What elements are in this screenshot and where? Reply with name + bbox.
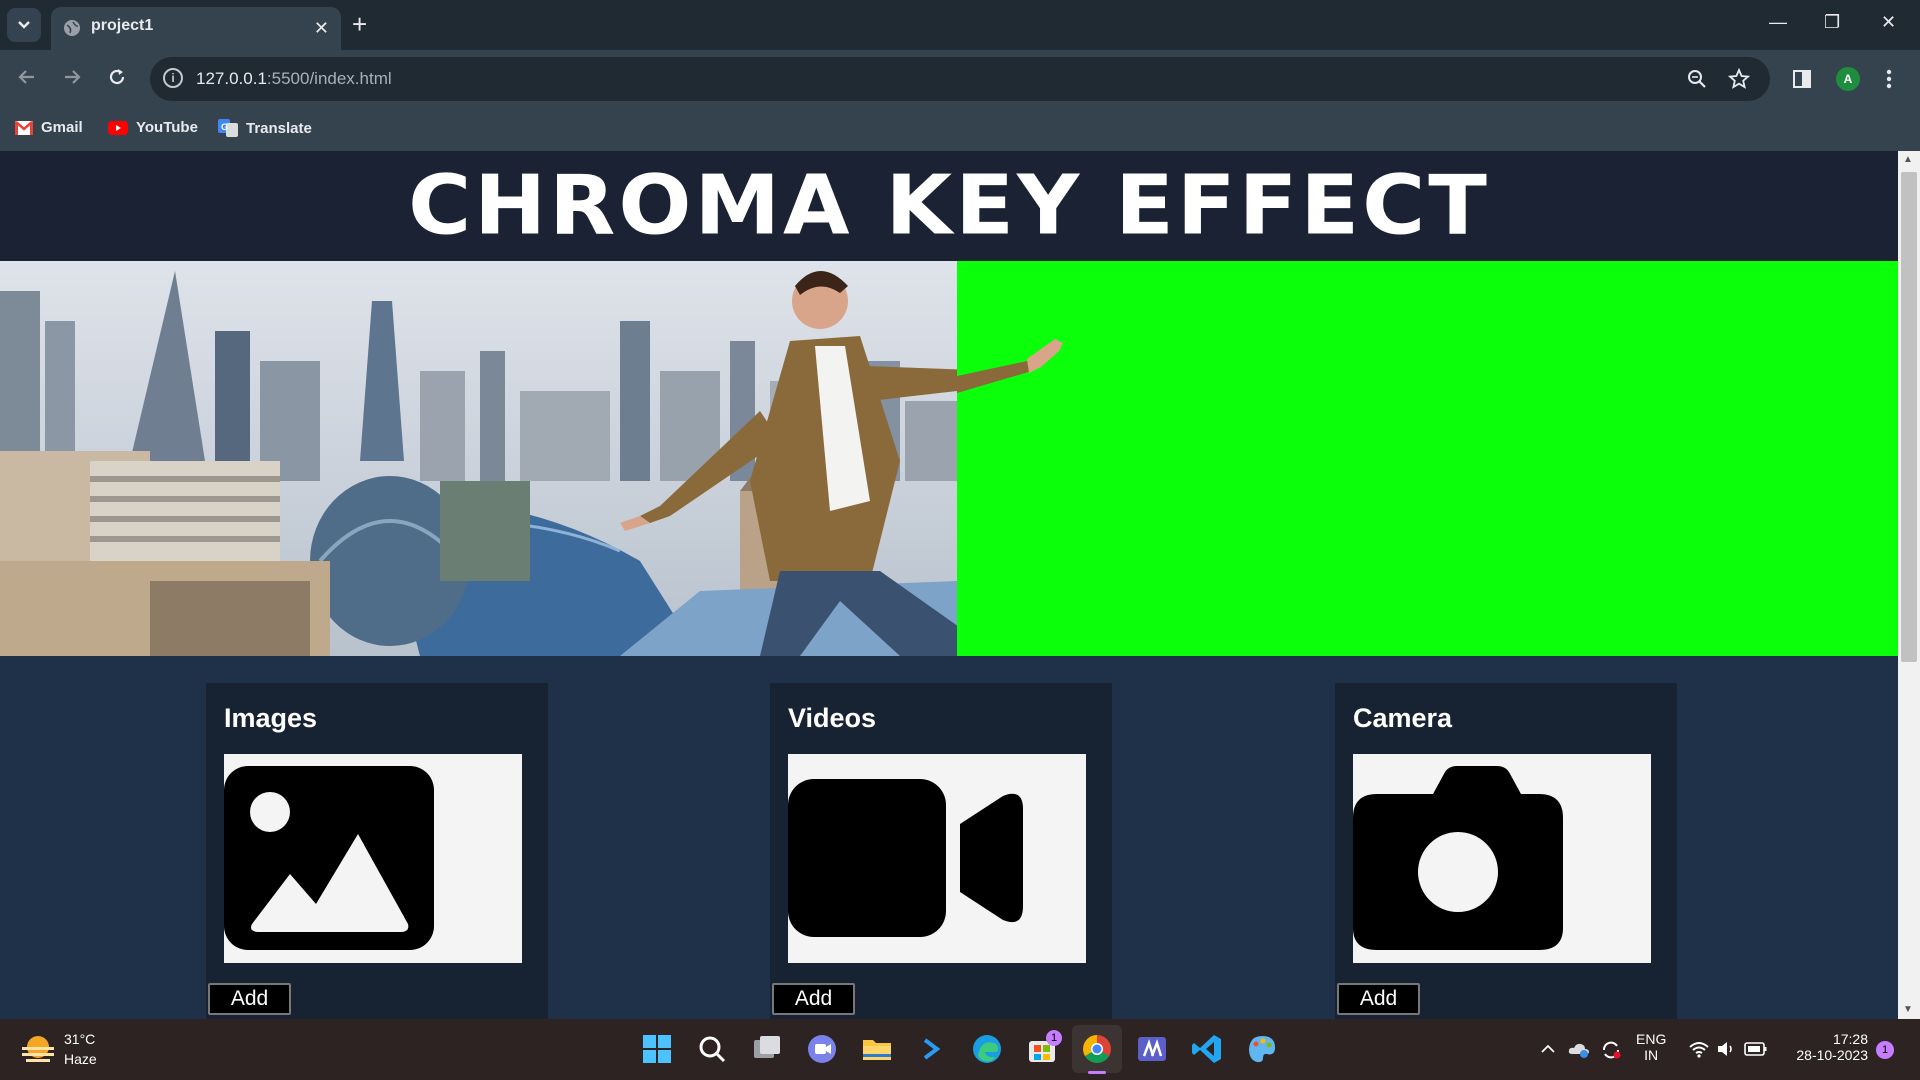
store-badge: 1 xyxy=(1046,1030,1062,1046)
paint-icon[interactable] xyxy=(1245,1032,1279,1066)
vscode-icon[interactable] xyxy=(1190,1032,1224,1066)
add-camera-button[interactable]: Add xyxy=(1337,983,1420,1015)
card-heading: Images xyxy=(224,703,318,733)
image-preview xyxy=(224,754,522,963)
bookmark-gmail[interactable]: Gmail xyxy=(15,119,83,136)
green-screen-area xyxy=(957,261,1898,656)
browser-tab[interactable]: project1 ✕ xyxy=(51,7,341,50)
windows-start-icon[interactable] xyxy=(640,1032,674,1066)
clock[interactable]: 17:28 28-10-2023 xyxy=(1788,1031,1868,1063)
new-tab-button[interactable]: + xyxy=(352,10,367,38)
camera-icon xyxy=(1353,766,1563,950)
tab-title: project1 xyxy=(91,17,154,34)
scrollbar-thumb[interactable] xyxy=(1901,172,1917,662)
arrow-right-icon xyxy=(65,70,81,84)
close-tab-icon[interactable]: ✕ xyxy=(314,18,329,39)
minimize-button[interactable]: — xyxy=(1769,12,1787,33)
chrome-icon[interactable] xyxy=(1080,1032,1114,1066)
side-panel-icon[interactable] xyxy=(1792,69,1812,89)
bookmarks-bar: Gmail YouTube G Translate xyxy=(0,108,1920,151)
powershell-icon[interactable] xyxy=(915,1032,949,1066)
url-path: :5500/index.html xyxy=(266,69,392,88)
clock-time: 17:28 xyxy=(1832,1031,1868,1047)
reload-button[interactable] xyxy=(106,66,128,94)
clock-date: 28-10-2023 xyxy=(1796,1047,1868,1063)
page-viewport: CHROMA KEY EFFECT Images Add Videos Add … xyxy=(0,151,1898,1019)
back-button[interactable] xyxy=(16,66,38,94)
bookmark-label: Gmail xyxy=(41,119,83,136)
tab-search-button[interactable] xyxy=(7,8,41,42)
images-card: Images Add xyxy=(206,683,548,1019)
sync-icon[interactable] xyxy=(1600,1040,1622,1060)
bookmark-label: Translate xyxy=(246,119,312,137)
person-hand-overlay xyxy=(957,339,1063,393)
add-image-button[interactable]: Add xyxy=(208,983,291,1015)
app-icon[interactable] xyxy=(1135,1032,1169,1066)
chroma-banner xyxy=(0,261,1898,656)
language-code: ENG xyxy=(1636,1031,1667,1047)
add-video-button[interactable]: Add xyxy=(772,983,855,1015)
city-background-image xyxy=(0,261,957,656)
language-indicator[interactable]: ENG IN xyxy=(1636,1031,1666,1063)
search-icon[interactable] xyxy=(695,1032,729,1066)
bookmark-label: YouTube xyxy=(136,119,198,136)
address-bar[interactable]: i 127.0.0.1:5500/index.html xyxy=(150,57,1770,101)
site-info-icon[interactable]: i xyxy=(163,68,183,88)
page-header: CHROMA KEY EFFECT xyxy=(0,151,1898,261)
windows-taskbar xyxy=(0,1019,1920,1080)
region-code: IN xyxy=(1644,1047,1659,1063)
image-icon xyxy=(224,766,434,950)
notification-badge[interactable]: 1 xyxy=(1876,1041,1894,1059)
svg-text:G: G xyxy=(221,122,228,132)
edge-browser-icon[interactable] xyxy=(970,1032,1004,1066)
chevron-up-icon[interactable] xyxy=(1540,1042,1556,1056)
chevron-down-icon xyxy=(18,21,30,29)
bookmark-star-icon[interactable] xyxy=(1728,68,1750,90)
video-camera-icon xyxy=(788,779,1023,937)
file-explorer-icon[interactable] xyxy=(860,1032,894,1066)
arrow-left-icon xyxy=(18,70,34,84)
translate-icon: G xyxy=(218,119,238,137)
bookmark-youtube[interactable]: YouTube xyxy=(108,119,198,136)
url-host: 127.0.0.1 xyxy=(196,69,267,88)
close-window-button[interactable]: ✕ xyxy=(1881,12,1896,33)
card-heading: Camera xyxy=(1353,703,1453,733)
weather-haze-icon[interactable] xyxy=(20,1033,56,1065)
zoom-icon[interactable] xyxy=(1687,69,1707,89)
videos-card: Videos Add xyxy=(770,683,1112,1019)
weather-condition[interactable]: Haze xyxy=(64,1051,97,1067)
page-title: CHROMA KEY EFFECT xyxy=(408,158,1490,254)
chrome-active-indicator xyxy=(1088,1071,1106,1074)
profile-avatar[interactable]: A xyxy=(1836,67,1860,91)
restore-button[interactable]: ❐ xyxy=(1824,12,1840,33)
youtube-icon xyxy=(108,120,128,135)
onedrive-icon[interactable] xyxy=(1568,1040,1590,1058)
kebab-menu-icon[interactable] xyxy=(1885,68,1893,90)
gmail-icon xyxy=(15,120,33,135)
battery-icon[interactable] xyxy=(1744,1042,1768,1056)
forward-button[interactable] xyxy=(61,66,83,94)
scroll-up-icon[interactable]: ▲ xyxy=(1903,154,1913,165)
globe-icon xyxy=(64,20,80,36)
task-view-icon[interactable] xyxy=(750,1032,784,1066)
card-heading: Videos xyxy=(788,703,877,733)
reload-icon xyxy=(109,69,125,85)
camera-preview xyxy=(1353,754,1651,963)
bookmark-translate[interactable]: G Translate xyxy=(218,119,312,137)
weather-temperature[interactable]: 31°C xyxy=(64,1031,95,1047)
volume-icon[interactable] xyxy=(1716,1040,1738,1058)
camera-card: Camera Add xyxy=(1335,683,1677,1019)
teams-chat-icon[interactable] xyxy=(805,1032,839,1066)
scroll-down-icon[interactable]: ▼ xyxy=(1903,1004,1913,1015)
video-preview xyxy=(788,754,1086,963)
wifi-icon[interactable] xyxy=(1688,1040,1710,1058)
